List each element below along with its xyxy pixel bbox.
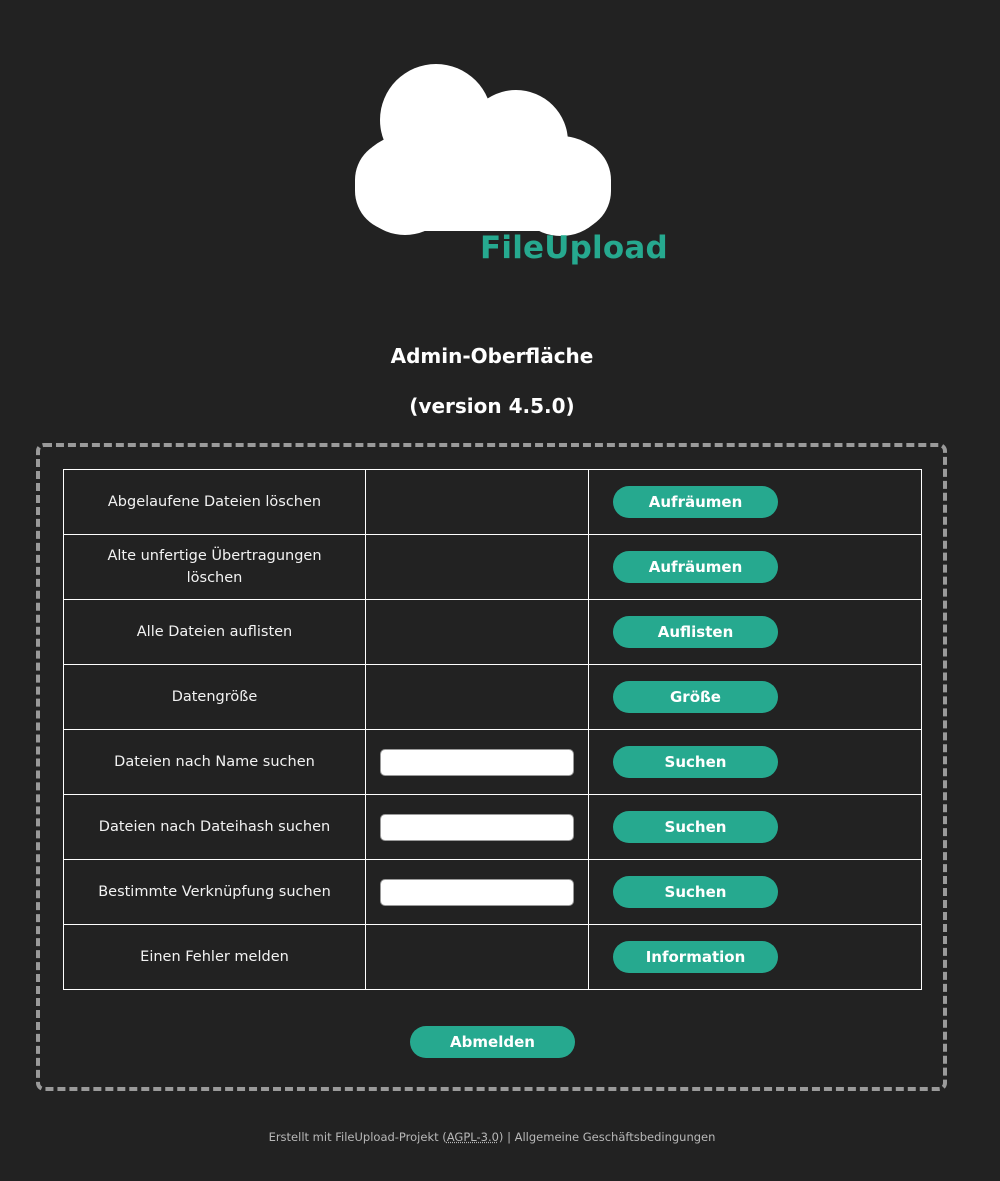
table-row: Bestimmte Verknüpfung suchen Suchen bbox=[63, 859, 922, 925]
footer-separator: ) | bbox=[498, 1130, 515, 1144]
search-name-button[interactable]: Suchen bbox=[613, 746, 778, 778]
search-hash-input[interactable] bbox=[380, 813, 574, 841]
list-files-button[interactable]: Auflisten bbox=[613, 616, 778, 648]
page-title: Admin-Oberfläche bbox=[390, 344, 594, 368]
row-label: Alle Dateien auflisten bbox=[136, 624, 293, 640]
admin-actions-table: Abgelaufene Dateien löschen Aufräumen Al… bbox=[63, 469, 922, 990]
cleanup-unfinished-button[interactable]: Aufräumen bbox=[613, 551, 778, 583]
search-link-input[interactable] bbox=[380, 878, 574, 906]
table-row: Dateien nach Dateihash suchen Suchen bbox=[63, 794, 922, 860]
logout-button[interactable]: Abmelden bbox=[410, 1026, 575, 1058]
license-link[interactable]: AGPL-3.0 bbox=[447, 1130, 499, 1144]
report-bug-button[interactable]: Information bbox=[613, 941, 778, 973]
row-label: Dateien nach Name suchen bbox=[114, 754, 315, 770]
terms-link[interactable]: Allgemeine Geschäftsbedingungen bbox=[515, 1130, 716, 1144]
license-abbr: AGPL-3.0 bbox=[446, 1130, 499, 1144]
page-version: (version 4.5.0) bbox=[409, 394, 575, 418]
table-row: Einen Fehler melden Information bbox=[63, 924, 922, 990]
brand-name: FileUpload bbox=[480, 230, 668, 266]
search-hash-button[interactable]: Suchen bbox=[613, 811, 778, 843]
row-label: Abgelaufene Dateien löschen bbox=[107, 494, 322, 510]
footer: Erstellt mit FileUpload-Projekt (AGPL-3.… bbox=[0, 1130, 984, 1144]
row-label: Einen Fehler melden bbox=[140, 949, 289, 965]
table-row: Dateien nach Name suchen Suchen bbox=[63, 729, 922, 795]
row-label: Datengröße bbox=[171, 689, 258, 705]
table-row: Datengröße Größe bbox=[63, 664, 922, 730]
footer-prefix: Erstellt mit FileUpload-Projekt ( bbox=[268, 1130, 447, 1144]
row-label: Bestimmte Verknüpfung suchen bbox=[98, 884, 331, 900]
table-row: Alle Dateien auflisten Auflisten bbox=[63, 599, 922, 665]
data-size-button[interactable]: Größe bbox=[613, 681, 778, 713]
table-row: Alte unfertige Übertragungen löschen Auf… bbox=[63, 534, 922, 600]
cleanup-expired-button[interactable]: Aufräumen bbox=[613, 486, 778, 518]
row-label: Dateien nach Dateihash suchen bbox=[98, 819, 331, 835]
search-name-input[interactable] bbox=[380, 748, 574, 776]
row-label: Alte unfertige Übertragungen löschen bbox=[107, 548, 322, 586]
table-row: Abgelaufene Dateien löschen Aufräumen bbox=[63, 469, 922, 535]
search-link-button[interactable]: Suchen bbox=[613, 876, 778, 908]
